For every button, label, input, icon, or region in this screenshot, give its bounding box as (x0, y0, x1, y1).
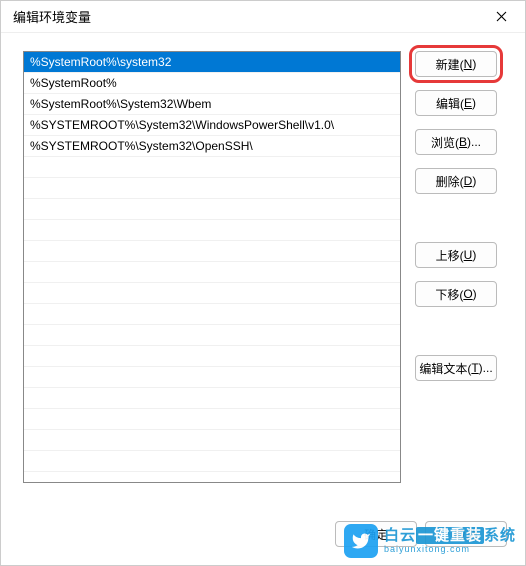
moveup-button[interactable]: 上移(U) (415, 242, 497, 268)
close-icon (496, 11, 507, 22)
list-item-empty[interactable] (24, 325, 400, 346)
list-item-empty[interactable] (24, 451, 400, 472)
list-item-empty[interactable] (24, 304, 400, 325)
list-item-empty[interactable] (24, 262, 400, 283)
list-item-empty[interactable] (24, 199, 400, 220)
list-item-empty[interactable] (24, 220, 400, 241)
list-item-empty[interactable] (24, 178, 400, 199)
cancel-button[interactable]: 取消 (425, 521, 507, 547)
close-button[interactable] (485, 3, 517, 31)
list-item-empty[interactable] (24, 346, 400, 367)
path-list[interactable]: %SystemRoot%\system32 %SystemRoot% %Syst… (23, 51, 401, 483)
list-item-empty[interactable] (24, 430, 400, 451)
dialog-window: 编辑环境变量 %SystemRoot%\system32 %SystemRoot… (0, 0, 526, 566)
list-item-empty[interactable] (24, 388, 400, 409)
list-item[interactable]: %SystemRoot%\system32 (24, 52, 400, 73)
list-item[interactable]: %SystemRoot%\System32\Wbem (24, 94, 400, 115)
content-area: %SystemRoot%\system32 %SystemRoot% %Syst… (1, 33, 525, 565)
movedown-button[interactable]: 下移(O) (415, 281, 497, 307)
list-item-empty[interactable] (24, 157, 400, 178)
list-item[interactable]: %SYSTEMROOT%\System32\OpenSSH\ (24, 136, 400, 157)
window-title: 编辑环境变量 (13, 7, 91, 26)
ok-button[interactable]: 确定 (335, 521, 417, 547)
list-item[interactable]: %SystemRoot% (24, 73, 400, 94)
list-item-empty[interactable] (24, 409, 400, 430)
list-item-empty[interactable] (24, 283, 400, 304)
list-item-empty[interactable] (24, 367, 400, 388)
new-button[interactable]: 新建(N) (415, 51, 497, 77)
dialog-buttons: 确定 取消 (335, 521, 507, 547)
browse-button[interactable]: 浏览(B)... (415, 129, 497, 155)
edit-button[interactable]: 编辑(E) (415, 90, 497, 116)
buttons-column: 新建(N) 编辑(E) 浏览(B)... 删除(D) 上移(U) 下移(O) 编… (415, 51, 497, 553)
list-item[interactable]: %SYSTEMROOT%\System32\WindowsPowerShell\… (24, 115, 400, 136)
list-item-empty[interactable] (24, 241, 400, 262)
edittext-button[interactable]: 编辑文本(T)... (415, 355, 497, 381)
titlebar: 编辑环境变量 (1, 1, 525, 33)
delete-button[interactable]: 删除(D) (415, 168, 497, 194)
